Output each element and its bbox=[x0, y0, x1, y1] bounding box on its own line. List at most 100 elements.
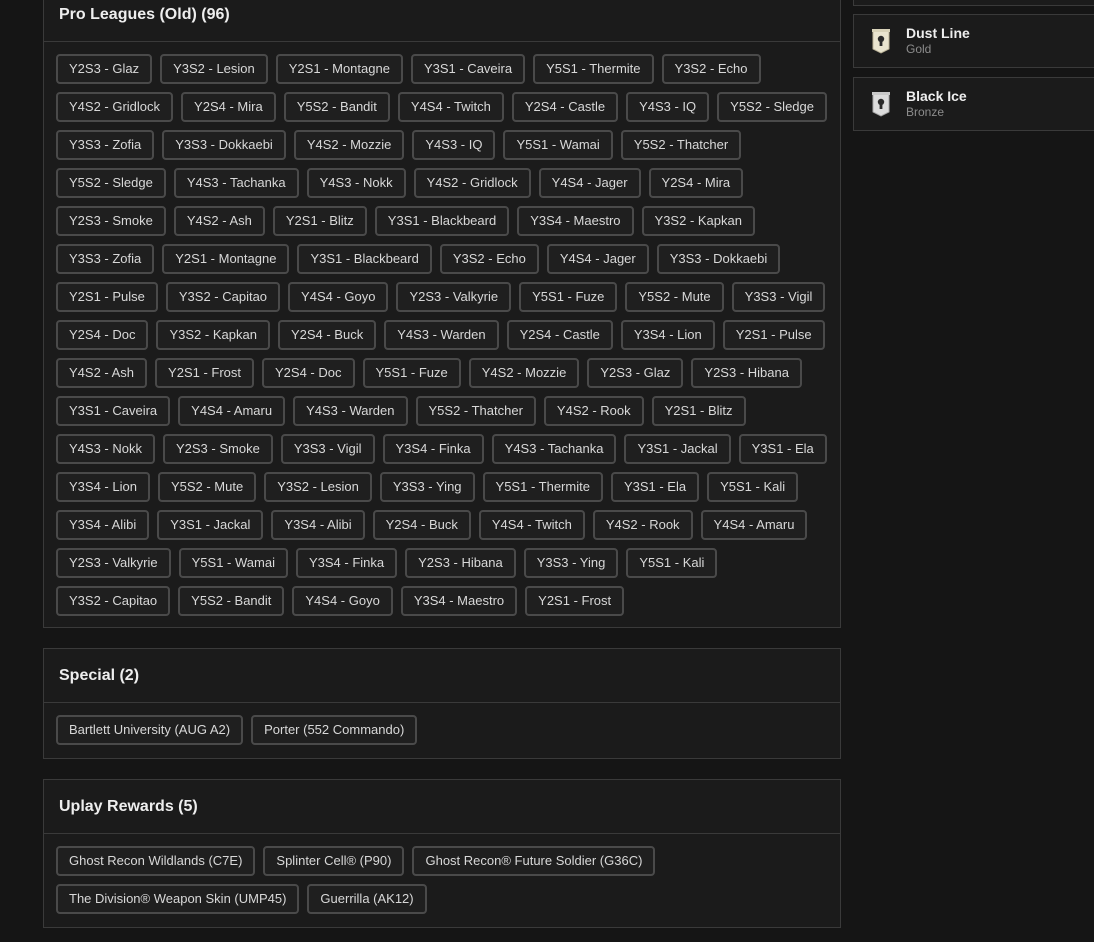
pro-leagues-tag[interactable]: Y2S3 - Glaz bbox=[56, 54, 153, 84]
pro-leagues-tag[interactable]: Y4S3 - Nokk bbox=[306, 168, 406, 198]
pro-leagues-tag[interactable]: Y2S4 - Buck bbox=[277, 320, 377, 350]
special-tag[interactable]: Porter (552 Commando) bbox=[251, 715, 418, 745]
uplay-rewards-tag[interactable]: Ghost Recon® Future Soldier (G36C) bbox=[412, 846, 656, 876]
pro-leagues-tag[interactable]: Y4S3 - Nokk bbox=[56, 434, 155, 464]
pro-leagues-tag[interactable]: Y2S4 - Castle bbox=[511, 92, 619, 122]
pro-leagues-tag[interactable]: Y3S4 - Lion bbox=[56, 472, 150, 502]
pro-leagues-tag[interactable]: Y5S2 - Thatcher bbox=[620, 130, 742, 160]
pro-leagues-tag[interactable]: Y3S4 - Lion bbox=[620, 320, 715, 350]
pro-leagues-tag[interactable]: Y2S4 - Doc bbox=[56, 320, 149, 350]
pro-leagues-tag[interactable]: Y2S3 - Hibana bbox=[405, 548, 516, 578]
pro-leagues-tag[interactable]: Y5S2 - Mute bbox=[157, 472, 257, 502]
pro-leagues-tag[interactable]: Y5S1 - Wamai bbox=[503, 130, 613, 160]
pro-leagues-tag[interactable]: Y3S1 - Ela bbox=[738, 434, 827, 464]
pro-leagues-tag[interactable]: Y3S2 - Echo bbox=[661, 54, 761, 84]
pro-leagues-tag[interactable]: Y3S1 - Caveira bbox=[56, 396, 171, 426]
pro-leagues-tag[interactable]: Y2S4 - Castle bbox=[506, 320, 613, 350]
pro-leagues-tag[interactable]: Y4S4 - Jager bbox=[538, 168, 641, 198]
pro-leagues-tag[interactable]: Y3S3 - Ying bbox=[523, 548, 619, 578]
pro-leagues-tag[interactable]: Y5S2 - Sledge bbox=[717, 92, 827, 122]
pro-leagues-tag[interactable]: Y4S4 - Amaru bbox=[178, 396, 286, 426]
pro-leagues-tag[interactable]: Y4S3 - Tachanka bbox=[491, 434, 617, 464]
pro-leagues-tag[interactable]: Y4S3 - Warden bbox=[293, 396, 408, 426]
pro-leagues-tag[interactable]: Y3S4 - Finka bbox=[295, 548, 398, 578]
pro-leagues-tag[interactable]: Y4S2 - Mozzie bbox=[468, 358, 580, 388]
pro-leagues-tag[interactable]: Y3S3 - Zofia bbox=[56, 130, 155, 160]
pro-leagues-tag[interactable]: Y3S3 - Vigil bbox=[731, 282, 826, 312]
pro-leagues-tag[interactable]: Y3S4 - Alibi bbox=[271, 510, 365, 540]
pro-leagues-tag[interactable]: Y3S2 - Capitao bbox=[165, 282, 281, 312]
pro-leagues-tag[interactable]: Y5S2 - Bandit bbox=[283, 92, 390, 122]
uplay-rewards-tag[interactable]: Splinter Cell® (P90) bbox=[263, 846, 405, 876]
pro-leagues-tag[interactable]: Y5S1 - Kali bbox=[707, 472, 799, 502]
pro-leagues-tag[interactable]: Y3S2 - Kapkan bbox=[156, 320, 270, 350]
pro-leagues-tag[interactable]: Y4S2 - Gridlock bbox=[56, 92, 174, 122]
pro-leagues-tag[interactable]: Y3S3 - Ying bbox=[379, 472, 475, 502]
pro-leagues-tag[interactable]: Y4S3 - Tachanka bbox=[173, 168, 299, 198]
pro-leagues-tag[interactable]: Y3S2 - Echo bbox=[439, 244, 539, 274]
pro-leagues-tag[interactable]: Y4S2 - Rook bbox=[543, 396, 644, 426]
pro-leagues-tag[interactable]: Y5S2 - Bandit bbox=[178, 586, 285, 616]
pro-leagues-tag[interactable]: Y4S3 - IQ bbox=[412, 130, 496, 160]
pro-leagues-tag[interactable]: Y4S2 - Rook bbox=[592, 510, 693, 540]
pro-leagues-tag[interactable]: Y3S3 - Dokkaebi bbox=[162, 130, 286, 160]
pro-leagues-tag[interactable]: Y3S1 - Caveira bbox=[410, 54, 526, 84]
pro-leagues-tag[interactable]: Y2S3 - Smoke bbox=[162, 434, 273, 464]
pro-leagues-tag[interactable]: Y2S1 - Montagne bbox=[162, 244, 290, 274]
uplay-rewards-tag[interactable]: The Division® Weapon Skin (UMP45) bbox=[56, 884, 300, 914]
pro-leagues-tag[interactable]: Y4S2 - Mozzie bbox=[293, 130, 405, 160]
pro-leagues-tag[interactable]: Y3S2 - Capitao bbox=[56, 586, 171, 616]
pro-leagues-tag[interactable]: Y3S1 - Jackal bbox=[157, 510, 264, 540]
pro-leagues-tag[interactable]: Y4S2 - Ash bbox=[56, 358, 148, 388]
pro-leagues-tag[interactable]: Y4S3 - Warden bbox=[384, 320, 499, 350]
pro-leagues-tag[interactable]: Y2S3 - Valkyrie bbox=[56, 548, 171, 578]
sidebar-card-black-ice[interactable]: Black Ice Bronze bbox=[853, 77, 1094, 131]
pro-leagues-tag[interactable]: Y5S2 - Mute bbox=[625, 282, 724, 312]
pro-leagues-tag[interactable]: Y4S4 - Twitch bbox=[478, 510, 585, 540]
uplay-rewards-tag[interactable]: Ghost Recon Wildlands (C7E) bbox=[56, 846, 256, 876]
pro-leagues-tag[interactable]: Y2S4 - Doc bbox=[262, 358, 355, 388]
pro-leagues-tag[interactable]: Y5S1 - Kali bbox=[626, 548, 718, 578]
pro-leagues-tag[interactable]: Y2S1 - Blitz bbox=[651, 396, 746, 426]
pro-leagues-tag[interactable]: Y5S1 - Fuze bbox=[519, 282, 618, 312]
pro-leagues-tag[interactable]: Y5S1 - Fuze bbox=[362, 358, 461, 388]
pro-leagues-tag[interactable]: Y2S1 - Frost bbox=[525, 586, 625, 616]
pro-leagues-tag[interactable]: Y3S4 - Maestro bbox=[400, 586, 518, 616]
pro-leagues-tag[interactable]: Y2S4 - Mira bbox=[648, 168, 744, 198]
pro-leagues-tag[interactable]: Y2S1 - Blitz bbox=[272, 206, 367, 236]
pro-leagues-tag[interactable]: Y2S3 - Hibana bbox=[691, 358, 802, 388]
pro-leagues-tag[interactable]: Y3S1 - Ela bbox=[610, 472, 700, 502]
pro-leagues-tag[interactable]: Y4S3 - IQ bbox=[626, 92, 710, 122]
pro-leagues-tag[interactable]: Y4S4 - Goyo bbox=[288, 282, 389, 312]
pro-leagues-tag[interactable]: Y4S4 - Amaru bbox=[700, 510, 808, 540]
pro-leagues-tag[interactable]: Y3S1 - Blackbeard bbox=[297, 244, 432, 274]
pro-leagues-tag[interactable]: Y2S1 - Montagne bbox=[275, 54, 403, 84]
pro-leagues-tag[interactable]: Y3S2 - Lesion bbox=[160, 54, 268, 84]
pro-leagues-tag[interactable]: Y5S1 - Thermite bbox=[533, 54, 654, 84]
pro-leagues-tag[interactable]: Y4S2 - Gridlock bbox=[413, 168, 531, 198]
pro-leagues-tag[interactable]: Y5S2 - Thatcher bbox=[415, 396, 536, 426]
pro-leagues-tag[interactable]: Y3S3 - Dokkaebi bbox=[656, 244, 781, 274]
pro-leagues-tag[interactable]: Y2S1 - Pulse bbox=[56, 282, 158, 312]
pro-leagues-tag[interactable]: Y2S4 - Buck bbox=[372, 510, 471, 540]
pro-leagues-tag[interactable]: Y5S1 - Wamai bbox=[178, 548, 288, 578]
pro-leagues-tag[interactable]: Y3S4 - Alibi bbox=[56, 510, 150, 540]
pro-leagues-tag[interactable]: Y2S1 - Pulse bbox=[722, 320, 825, 350]
pro-leagues-tag[interactable]: Y4S4 - Jager bbox=[546, 244, 649, 274]
pro-leagues-tag[interactable]: Y2S4 - Mira bbox=[181, 92, 276, 122]
sidebar-card-dust-line[interactable]: Dust Line Gold bbox=[853, 14, 1094, 68]
pro-leagues-tag[interactable]: Y4S4 - Goyo bbox=[292, 586, 393, 616]
pro-leagues-tag[interactable]: Y2S3 - Glaz bbox=[587, 358, 684, 388]
pro-leagues-tag[interactable]: Y2S1 - Frost bbox=[155, 358, 255, 388]
pro-leagues-tag[interactable]: Y4S2 - Ash bbox=[173, 206, 265, 236]
uplay-rewards-tag[interactable]: Guerrilla (AK12) bbox=[307, 884, 427, 914]
pro-leagues-tag[interactable]: Y4S4 - Twitch bbox=[397, 92, 504, 122]
pro-leagues-tag[interactable]: Y3S1 - Blackbeard bbox=[374, 206, 510, 236]
pro-leagues-tag[interactable]: Y3S3 - Vigil bbox=[280, 434, 375, 464]
pro-leagues-tag[interactable]: Y3S4 - Finka bbox=[382, 434, 484, 464]
pro-leagues-tag[interactable]: Y5S2 - Sledge bbox=[56, 168, 166, 198]
pro-leagues-tag[interactable]: Y3S3 - Zofia bbox=[56, 244, 155, 274]
pro-leagues-tag[interactable]: Y3S2 - Kapkan bbox=[641, 206, 755, 236]
pro-leagues-tag[interactable]: Y3S4 - Maestro bbox=[517, 206, 634, 236]
pro-leagues-tag[interactable]: Y3S2 - Lesion bbox=[264, 472, 372, 502]
